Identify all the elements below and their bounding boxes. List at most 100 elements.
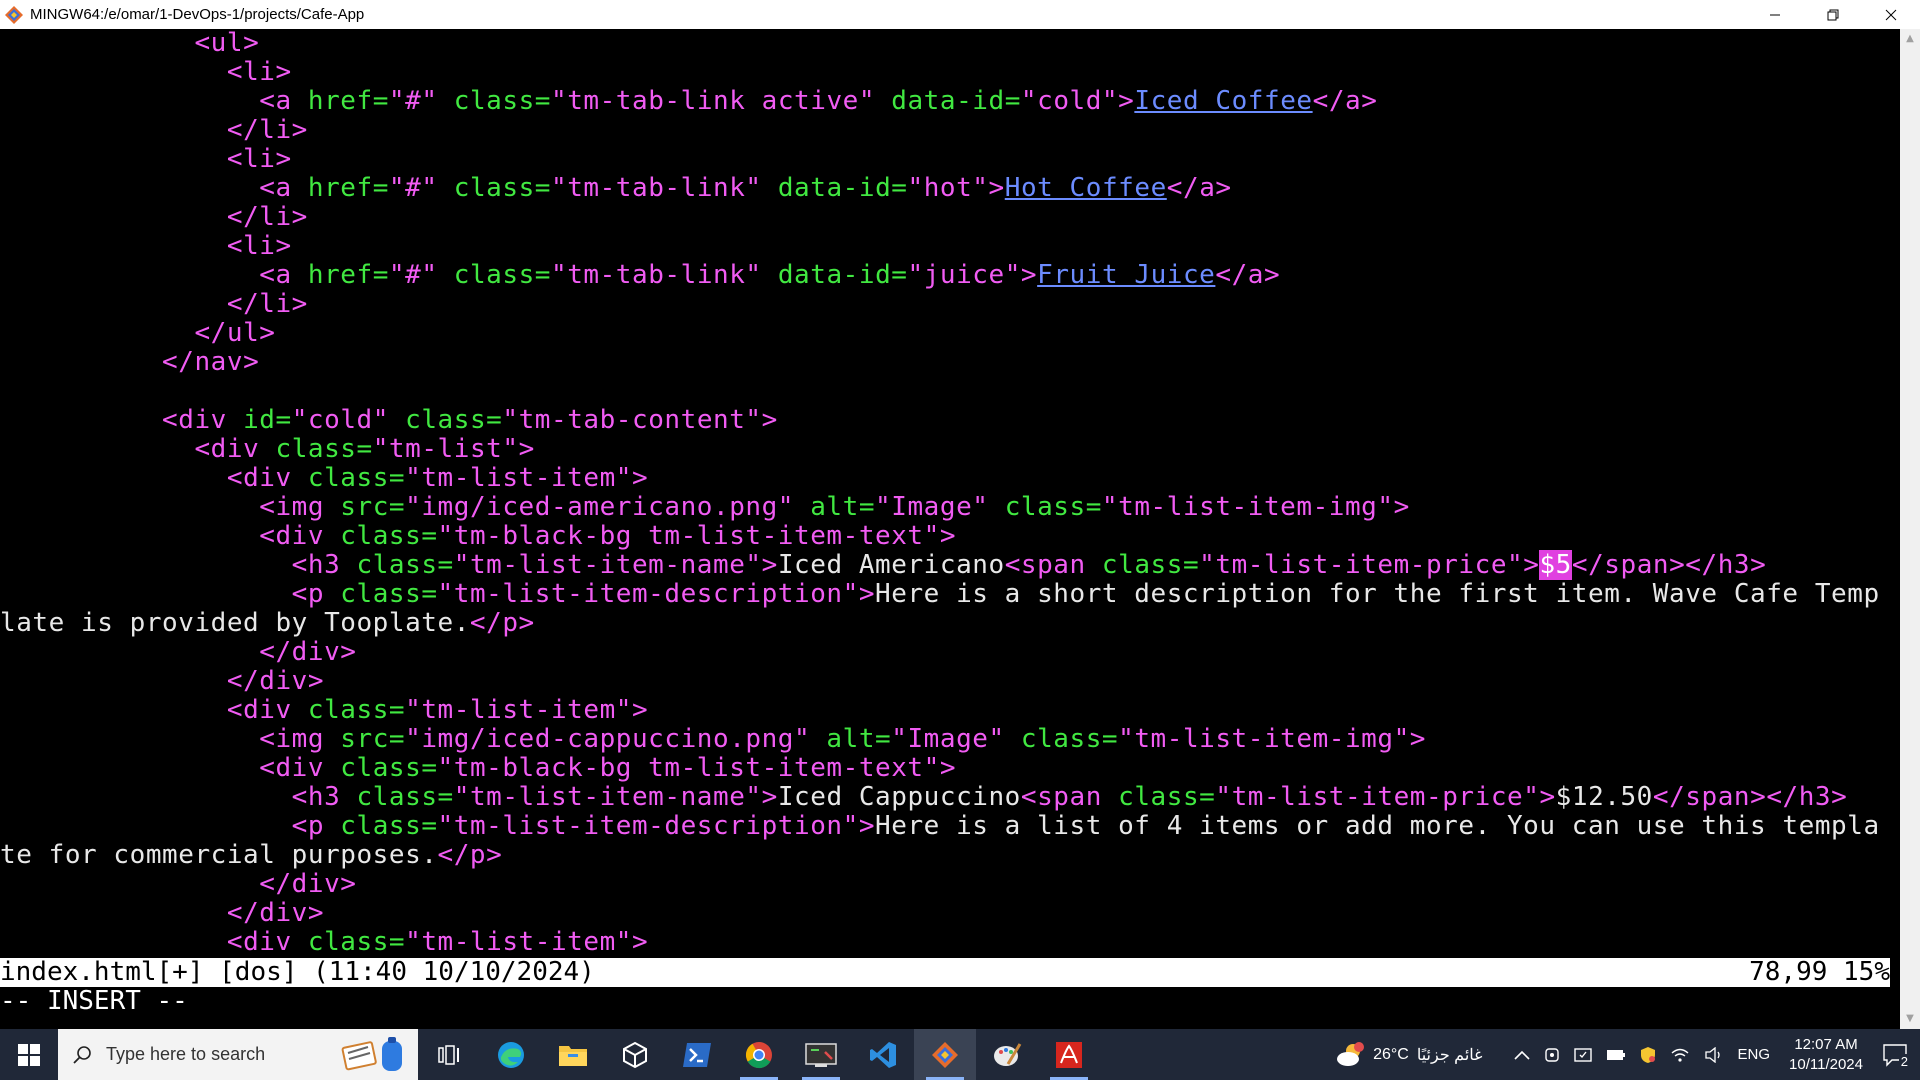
cube-app-icon[interactable] bbox=[604, 1029, 666, 1080]
code-line[interactable]: <div id="cold" class="tm-tab-content"> bbox=[0, 406, 1890, 435]
clock-time: 12:07 AM bbox=[1794, 1035, 1858, 1053]
code-line[interactable]: <div class="tm-list"> bbox=[0, 435, 1890, 464]
start-button[interactable] bbox=[0, 1029, 58, 1080]
weather-widget[interactable]: 26°C غائم جزئيًا bbox=[1335, 1041, 1483, 1068]
code-line[interactable]: <div class="tm-black-bg tm-list-item-tex… bbox=[0, 754, 1890, 783]
code-line[interactable] bbox=[0, 377, 1890, 406]
wifi-icon[interactable] bbox=[1670, 1047, 1690, 1063]
code-line[interactable]: <img src="img/iced-americano.png" alt="I… bbox=[0, 493, 1890, 522]
code-token: Here is a short description for the firs… bbox=[875, 579, 1880, 609]
code-token: <span bbox=[1004, 550, 1102, 580]
code-token: class= bbox=[356, 782, 454, 812]
acrobat-icon[interactable] bbox=[1038, 1029, 1100, 1080]
terminal-window[interactable]: <ul> <li> <a href="#" class="tm-tab-link… bbox=[0, 29, 1900, 1029]
paint-icon[interactable] bbox=[976, 1029, 1038, 1080]
code-line[interactable]: </li> bbox=[0, 116, 1890, 145]
title-bar: MINGW64:/e/omar/1-DevOps-1/projects/Cafe… bbox=[0, 0, 1920, 29]
volume-icon[interactable] bbox=[1704, 1046, 1724, 1063]
code-line[interactable]: </li> bbox=[0, 290, 1890, 319]
notification-center-icon[interactable]: 2 bbox=[1882, 1043, 1910, 1069]
clock[interactable]: 12:07 AM 10/11/2024 bbox=[1789, 1035, 1863, 1075]
scroll-down-icon[interactable]: ▼ bbox=[1904, 1013, 1916, 1025]
taskbar: Type here to search 26°C غائم جزئيًا ENG… bbox=[0, 1029, 1920, 1080]
chrome-icon[interactable] bbox=[728, 1029, 790, 1080]
battery-icon[interactable] bbox=[1606, 1049, 1626, 1061]
code-token: > bbox=[1393, 492, 1410, 522]
code-token: <img bbox=[259, 492, 341, 522]
code-line[interactable]: </div> bbox=[0, 667, 1890, 696]
code-token: "tm-tab-link" bbox=[550, 173, 778, 203]
code-token: > bbox=[631, 927, 649, 957]
defender-shield-icon[interactable] bbox=[1640, 1046, 1656, 1064]
code-token: <a bbox=[259, 86, 308, 116]
screen-app-icon[interactable] bbox=[790, 1029, 852, 1080]
code-line[interactable]: <div class="tm-list-item"> bbox=[0, 696, 1890, 725]
minimize-button[interactable] bbox=[1746, 0, 1804, 29]
code-line[interactable]: <p class="tm-list-item-description">Here… bbox=[0, 812, 1890, 841]
code-token: data-id= bbox=[777, 173, 908, 203]
code-line[interactable]: <ul> bbox=[0, 29, 1890, 58]
code-line[interactable]: <div class="tm-list-item"> bbox=[0, 464, 1890, 493]
code-line[interactable]: <a href="#" class="tm-tab-link" data-id=… bbox=[0, 174, 1890, 203]
code-token: class= bbox=[275, 434, 373, 464]
powershell-icon[interactable] bbox=[666, 1029, 728, 1080]
code-line[interactable]: <li> bbox=[0, 58, 1890, 87]
vim-buffer[interactable]: <ul> <li> <a href="#" class="tm-tab-link… bbox=[0, 29, 1890, 957]
task-view-icon[interactable] bbox=[418, 1029, 480, 1080]
code-line[interactable]: <p class="tm-list-item-description">Here… bbox=[0, 580, 1890, 609]
code-line[interactable]: <li> bbox=[0, 145, 1890, 174]
chevron-up-icon[interactable] bbox=[1513, 1050, 1530, 1060]
edge-icon[interactable] bbox=[480, 1029, 542, 1080]
vertical-scrollbar[interactable]: ▲ ▼ bbox=[1900, 29, 1920, 1029]
git-bash-icon[interactable] bbox=[914, 1029, 976, 1080]
restore-button[interactable] bbox=[1804, 0, 1862, 29]
code-token: Fruit Juice bbox=[1037, 260, 1216, 290]
code-line[interactable]: <div class="tm-list-item"> bbox=[0, 928, 1890, 957]
code-line[interactable]: <a href="#" class="tm-tab-link active" d… bbox=[0, 87, 1890, 116]
code-line[interactable]: </div> bbox=[0, 638, 1890, 667]
code-token: </li> bbox=[226, 115, 308, 145]
close-button[interactable] bbox=[1862, 0, 1920, 29]
vscode-icon[interactable] bbox=[852, 1029, 914, 1080]
code-line[interactable]: late is provided by Tooplate.</p> bbox=[0, 609, 1890, 638]
git-bash-logo-icon bbox=[4, 5, 24, 25]
code-token: <div bbox=[226, 463, 308, 493]
code-line[interactable]: <a href="#" class="tm-tab-link" data-id=… bbox=[0, 261, 1890, 290]
code-token: <p bbox=[291, 579, 341, 609]
language-indicator[interactable]: ENG bbox=[1738, 1046, 1771, 1063]
code-line[interactable]: <h3 class="tm-list-item-name">Iced Cappu… bbox=[0, 783, 1890, 812]
scroll-up-icon[interactable]: ▲ bbox=[1904, 33, 1916, 45]
window-title: MINGW64:/e/omar/1-DevOps-1/projects/Cafe… bbox=[30, 6, 365, 23]
code-token: > bbox=[939, 521, 957, 551]
code-token: <ul> bbox=[194, 29, 260, 58]
code-line[interactable]: </ul> bbox=[0, 319, 1890, 348]
code-line[interactable]: te for commercial purposes.</p> bbox=[0, 841, 1890, 870]
code-line[interactable]: </div> bbox=[0, 870, 1890, 899]
code-token: class= bbox=[405, 405, 503, 435]
code-token: > bbox=[1523, 550, 1540, 580]
code-token: <a bbox=[259, 260, 308, 290]
code-token: "#" bbox=[388, 86, 454, 116]
code-line[interactable]: <li> bbox=[0, 232, 1890, 261]
meet-now-icon[interactable] bbox=[1544, 1047, 1560, 1063]
taskbar-search-box[interactable]: Type here to search bbox=[58, 1029, 418, 1080]
close-icon bbox=[1885, 9, 1897, 20]
code-line[interactable]: <img src="img/iced-cappuccino.png" alt="… bbox=[0, 725, 1890, 754]
security-icon[interactable] bbox=[1573, 1047, 1592, 1063]
code-line[interactable]: <h3 class="tm-list-item-name">Iced Ameri… bbox=[0, 550, 1890, 580]
code-line[interactable]: </div> bbox=[0, 899, 1890, 928]
code-token: "tm-list-item" bbox=[405, 927, 632, 957]
code-token: "tm-list-item-img" bbox=[1101, 492, 1394, 522]
code-line[interactable]: </li> bbox=[0, 203, 1890, 232]
code-line[interactable]: </nav> bbox=[0, 348, 1890, 377]
code-line[interactable]: <div class="tm-black-bg tm-list-item-tex… bbox=[0, 522, 1890, 551]
code-token: </nav> bbox=[162, 347, 260, 377]
file-explorer-icon[interactable] bbox=[542, 1029, 604, 1080]
